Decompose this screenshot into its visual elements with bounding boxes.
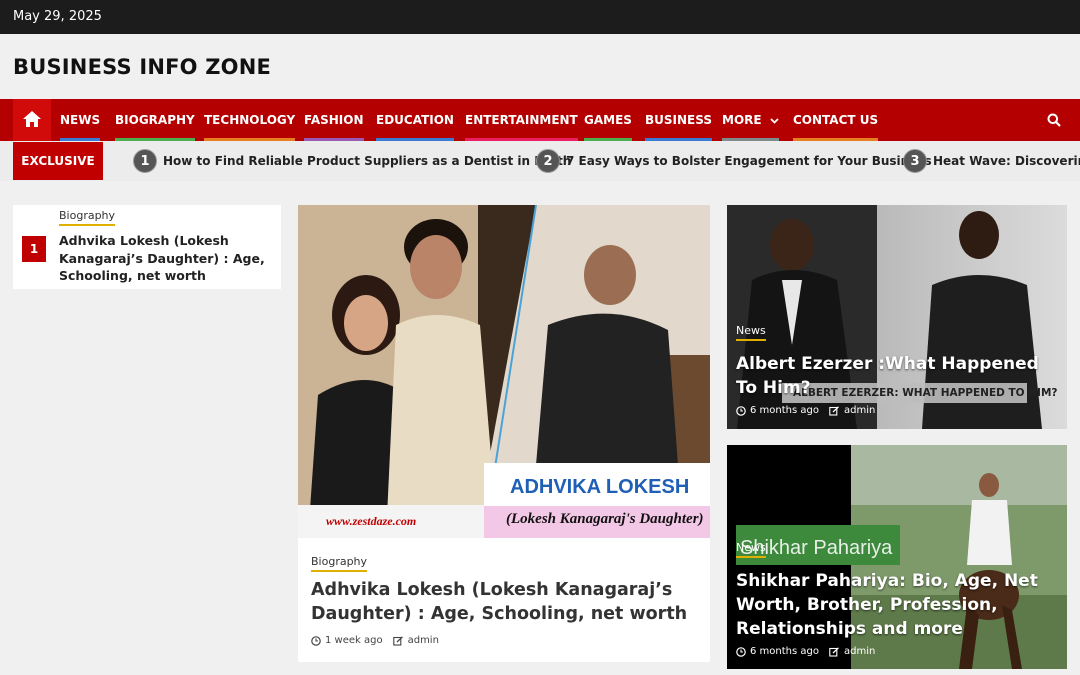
ticker-number: 1 bbox=[133, 149, 157, 173]
post-time: 1 week ago bbox=[325, 635, 383, 646]
edit-icon bbox=[392, 635, 403, 646]
post-author-link[interactable]: admin bbox=[844, 646, 875, 657]
category-tag[interactable]: Biography bbox=[59, 209, 116, 226]
ticker-link[interactable]: How to Find Reliable Product Suppliers a… bbox=[163, 154, 571, 168]
image-caption-sub: (Lokesh Kanagaraj's Daughter) bbox=[506, 511, 704, 527]
home-icon bbox=[23, 111, 41, 127]
site-title[interactable]: BUSINESS INFO ZONE bbox=[13, 55, 271, 79]
clock-icon bbox=[311, 635, 321, 646]
top-bar: May 29, 2025 bbox=[0, 0, 1080, 34]
featured-post-card: ADHVIKA LOKESH (Lokesh Kanagaraj's Daugh… bbox=[298, 205, 710, 662]
nav-item-entertainment[interactable]: ENTERTAINMENT bbox=[465, 99, 578, 141]
clock-icon bbox=[736, 405, 746, 416]
nav-item-business[interactable]: BUSINESS bbox=[645, 99, 712, 141]
category-tag[interactable]: News bbox=[736, 324, 766, 341]
ticker-number: 3 bbox=[903, 149, 927, 173]
nav-item-games[interactable]: GAMES bbox=[584, 99, 632, 141]
nav-item-technology[interactable]: TECHNOLOGY bbox=[204, 99, 296, 141]
category-tag[interactable]: Biography bbox=[311, 555, 368, 572]
nav-item-fashion[interactable]: FASHION bbox=[304, 99, 364, 141]
post-author-link[interactable]: admin bbox=[408, 635, 439, 646]
side-post-card: Shikhar Pahariya News Shikhar Pahariya: … bbox=[727, 445, 1067, 669]
post-title-link[interactable]: Shikhar Pahariya: Bio, Age, Net Worth, B… bbox=[736, 569, 1056, 641]
category-tag[interactable]: News bbox=[736, 541, 766, 558]
featured-image[interactable]: ADHVIKA LOKESH (Lokesh Kanagaraj's Daugh… bbox=[298, 205, 710, 538]
ticker-item[interactable]: 1 How to Find Reliable Product Suppliers… bbox=[133, 148, 571, 174]
edit-icon bbox=[829, 646, 839, 657]
exclusive-label: EXCLUSIVE bbox=[13, 142, 103, 180]
post-meta: 1 week ago admin bbox=[311, 635, 439, 646]
post-time: 6 months ago bbox=[750, 646, 819, 657]
current-date: May 29, 2025 bbox=[13, 9, 102, 24]
side-post-card: ALBERT EZERZER: WHAT HAPPENED TO HIM? Ne… bbox=[727, 205, 1067, 429]
ticker-link[interactable]: Heat Wave: Discovering bbox=[933, 154, 1080, 168]
exclusive-ticker: EXCLUSIVE 1 How to Find Reliable Product… bbox=[0, 141, 1080, 181]
ticker-item[interactable]: 3 Heat Wave: Discovering bbox=[903, 148, 1080, 174]
post-meta: 6 months ago admin bbox=[736, 646, 875, 657]
ticker-number: 2 bbox=[536, 149, 560, 173]
nav-item-news[interactable]: NEWS bbox=[60, 99, 101, 141]
image-watermark: www.zestdaze.com bbox=[326, 514, 417, 528]
ticker-link[interactable]: 7 Easy Ways to Bolster Engagement for Yo… bbox=[566, 154, 932, 168]
post-title-link[interactable]: Albert Ezerzer :What Happened To Him? bbox=[736, 352, 1056, 400]
post-meta: 6 months ago admin bbox=[736, 405, 875, 416]
search-button[interactable] bbox=[1047, 112, 1061, 131]
ticker-item[interactable]: 2 7 Easy Ways to Bolster Engagement for … bbox=[536, 148, 932, 174]
post-title-link[interactable]: Adhvika Lokesh (Lokesh Kanagaraj’s Daugh… bbox=[59, 232, 274, 285]
post-title-link[interactable]: Adhvika Lokesh (Lokesh Kanagaraj’s Daugh… bbox=[311, 578, 701, 626]
nav-item-education[interactable]: EDUCATION bbox=[376, 99, 454, 141]
post-time: 6 months ago bbox=[750, 405, 819, 416]
nav-item-contact-us[interactable]: CONTACT US bbox=[793, 99, 879, 141]
main-nav: NEWS BIOGRAPHY TECHNOLOGY FASHION EDUCAT… bbox=[0, 99, 1080, 141]
search-icon bbox=[1047, 113, 1061, 127]
image-caption-main: ADHVIKA LOKESH bbox=[510, 476, 690, 498]
chevron-down-icon bbox=[770, 117, 779, 124]
clock-icon bbox=[736, 646, 746, 657]
edit-icon bbox=[829, 405, 839, 416]
post-author-link[interactable]: admin bbox=[844, 405, 875, 416]
home-button[interactable] bbox=[13, 99, 51, 141]
rank-badge: 1 bbox=[22, 236, 46, 262]
nav-item-more[interactable]: MORE bbox=[722, 99, 779, 141]
nav-item-biography[interactable]: BIOGRAPHY bbox=[115, 99, 195, 141]
popular-post-card: 1 Biography Adhvika Lokesh (Lokesh Kanag… bbox=[13, 205, 281, 289]
